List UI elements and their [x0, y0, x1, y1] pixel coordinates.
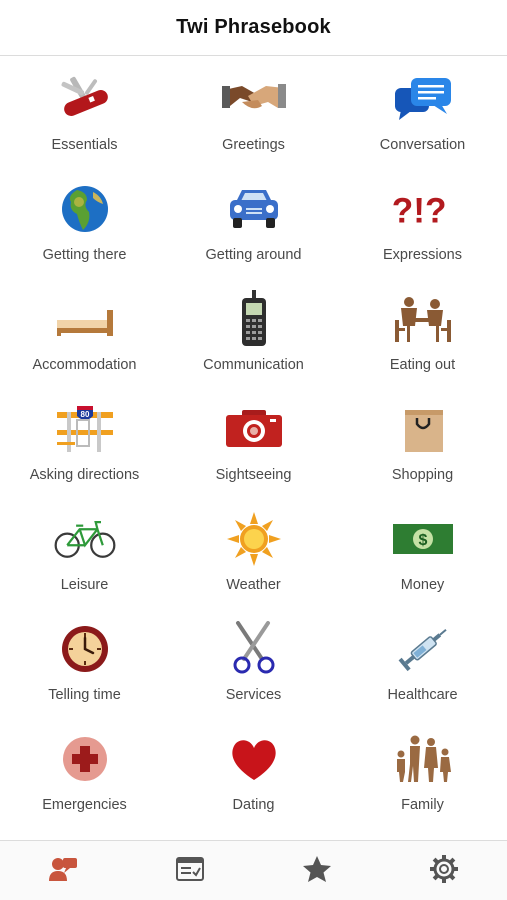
category-label: Accommodation	[32, 357, 137, 373]
category-label: Emergencies	[42, 797, 127, 813]
car-icon	[222, 182, 286, 236]
category-grid: Essentials Greetings Conversation Gettin…	[0, 56, 507, 840]
category-label: Weather	[226, 577, 281, 593]
phrasebook-icon	[47, 855, 79, 888]
category-label: Sightseeing	[215, 467, 292, 483]
scissors-icon	[222, 621, 286, 676]
bed-icon	[53, 292, 117, 346]
category-label: Conversation	[379, 137, 466, 153]
category-emergencies[interactable]: Emergencies	[0, 726, 169, 836]
tab-flashcards[interactable]	[127, 841, 254, 900]
svg-text:?!?: ?!?	[391, 192, 446, 231]
category-label: Getting there	[42, 247, 127, 263]
road-sign-icon: 80	[53, 402, 117, 456]
gear-icon	[429, 854, 459, 889]
category-label: Expressions	[383, 247, 462, 263]
tab-favorites[interactable]	[254, 841, 381, 900]
tab-settings[interactable]	[380, 841, 507, 900]
category-shopping[interactable]: Shopping	[338, 396, 507, 506]
category-healthcare[interactable]: Healthcare	[338, 616, 507, 726]
syringe-icon	[391, 622, 455, 676]
category-money[interactable]: $ Money	[338, 506, 507, 616]
first-aid-icon	[53, 732, 117, 786]
category-getting-there[interactable]: Getting there	[0, 176, 169, 286]
svg-text:$: $	[418, 532, 427, 549]
category-getting-around[interactable]: Getting around	[169, 176, 338, 286]
category-sightseeing[interactable]: Sightseeing	[169, 396, 338, 506]
swiss-knife-icon	[53, 72, 117, 126]
category-expressions[interactable]: ?!? Expressions	[338, 176, 507, 286]
page-title: Twi Phrasebook	[176, 16, 331, 38]
heart-icon	[222, 732, 286, 786]
category-telling-time[interactable]: Telling time	[0, 616, 169, 726]
tab-bar	[0, 840, 507, 900]
category-leisure[interactable]: Leisure	[0, 506, 169, 616]
dining-table-icon	[391, 292, 455, 346]
category-accommodation[interactable]: Accommodation	[0, 286, 169, 396]
star-icon	[302, 855, 332, 888]
category-greetings[interactable]: Greetings	[169, 66, 338, 176]
category-label: Leisure	[60, 577, 109, 593]
category-conversation[interactable]: Conversation	[338, 66, 507, 176]
family-icon	[391, 732, 455, 786]
category-label: Dating	[232, 797, 275, 813]
question-exclamation-icon: ?!?	[391, 182, 455, 236]
mobile-phone-icon	[222, 290, 286, 346]
flashcards-icon	[175, 856, 205, 887]
category-label: Shopping	[391, 467, 454, 483]
category-services[interactable]: Services	[169, 616, 338, 726]
category-label: Telling time	[48, 687, 121, 703]
category-label: Communication	[203, 357, 304, 373]
app-header: Twi Phrasebook	[0, 0, 507, 56]
category-label: Healthcare	[387, 687, 458, 703]
category-dating[interactable]: Dating	[169, 726, 338, 836]
dollar-bill-icon: $	[391, 512, 455, 566]
tab-phrasebook[interactable]	[0, 841, 127, 900]
category-essentials[interactable]: Essentials	[0, 66, 169, 176]
category-label: Services	[225, 687, 282, 703]
highway-number-text: 80	[80, 410, 89, 419]
shopping-bag-icon	[391, 402, 455, 456]
category-label: Greetings	[222, 137, 285, 153]
category-asking-directions[interactable]: 80 Asking directions	[0, 396, 169, 506]
category-weather[interactable]: Weather	[169, 506, 338, 616]
category-label: Money	[400, 577, 445, 593]
category-label: Family	[401, 797, 444, 813]
category-label: Getting around	[205, 247, 302, 263]
category-label: Asking directions	[29, 467, 140, 483]
globe-icon	[53, 182, 117, 236]
category-communication[interactable]: Communication	[169, 286, 338, 396]
sun-icon	[222, 512, 286, 566]
handshake-icon	[221, 72, 286, 126]
camera-icon	[222, 402, 286, 456]
category-label: Eating out	[389, 357, 456, 373]
category-eating-out[interactable]: Eating out	[338, 286, 507, 396]
bicycle-icon	[53, 512, 117, 566]
category-label: Essentials	[51, 137, 118, 153]
clock-icon	[53, 622, 117, 676]
category-family[interactable]: Family	[338, 726, 507, 836]
speech-bubbles-icon	[391, 72, 455, 126]
